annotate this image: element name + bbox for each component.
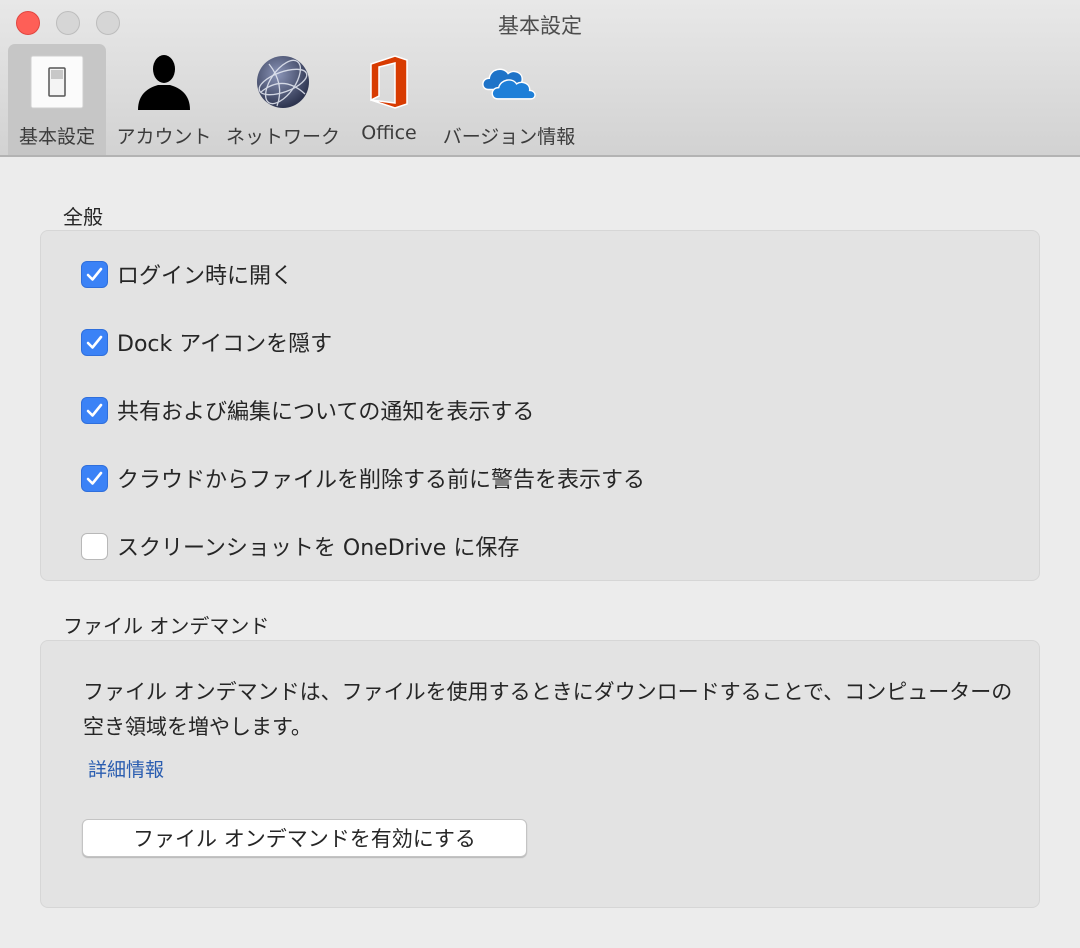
- tab-label: バージョン情報: [442, 126, 576, 148]
- files-on-demand-group: ファイル オンデマンドは、ファイルを使用するときにダウンロードすることで、コンピ…: [40, 640, 1040, 908]
- preferences-toolbar: 基本設定 アカウント ネットワーク Office バージョン情報: [8, 44, 584, 155]
- checkbox-label: スクリーンショットを OneDrive に保存: [117, 536, 520, 561]
- option-save-screenshots[interactable]: スクリーンショットを OneDrive に保存: [81, 530, 519, 562]
- onedrive-cloud-icon: [479, 52, 539, 112]
- general-settings-group: ログイン時に開く Dock アイコンを隠す 共有および編集についての通知を表示す…: [40, 230, 1040, 581]
- light-switch-icon: [27, 52, 87, 112]
- tab-general[interactable]: 基本設定: [8, 44, 106, 155]
- checkbox[interactable]: [81, 396, 108, 424]
- tab-network[interactable]: ネットワーク: [222, 44, 344, 155]
- option-hide-dock-icon[interactable]: Dock アイコンを隠す: [81, 326, 332, 358]
- checkbox[interactable]: [81, 464, 108, 492]
- tab-label: アカウント: [116, 126, 212, 148]
- tab-label: 基本設定: [18, 126, 95, 148]
- files-on-demand-description: ファイル オンデマンドは、ファイルを使用するときにダウンロードすることで、コンピ…: [83, 680, 1013, 739]
- option-sharing-notifications[interactable]: 共有および編集についての通知を表示する: [81, 394, 534, 426]
- tab-about[interactable]: バージョン情報: [434, 44, 584, 155]
- window-title: 基本設定: [498, 14, 582, 38]
- checkbox-label: 共有および編集についての通知を表示する: [117, 400, 535, 425]
- network-globe-icon: [253, 52, 313, 112]
- checkbox[interactable]: [81, 532, 108, 560]
- checkbox[interactable]: [81, 260, 108, 288]
- files-on-demand-section-title: ファイル オンデマンド: [63, 614, 270, 638]
- general-section-title: 全般: [63, 205, 103, 229]
- person-silhouette-icon: [134, 52, 194, 112]
- window-titlebar: 基本設定 基本設定 アカウント ネットワーク Office バージョン情報: [0, 0, 1080, 157]
- option-open-at-login[interactable]: ログイン時に開く: [81, 258, 293, 290]
- checkbox-label: クラウドからファイルを削除する前に警告を表示する: [117, 468, 646, 493]
- tab-account[interactable]: アカウント: [106, 44, 222, 155]
- checkbox-label: Dock アイコンを隠す: [117, 332, 333, 357]
- checkbox[interactable]: [81, 328, 108, 356]
- option-warn-before-delete[interactable]: クラウドからファイルを削除する前に警告を表示する: [81, 462, 645, 494]
- checkbox-label: ログイン時に開く: [117, 264, 294, 289]
- tab-label: Office: [361, 122, 417, 144]
- learn-more-link[interactable]: 詳細情報: [88, 755, 164, 782]
- office-logo-icon: [359, 52, 419, 112]
- tab-label: ネットワーク: [225, 126, 340, 148]
- enable-files-on-demand-button[interactable]: ファイル オンデマンドを有効にする: [82, 819, 527, 857]
- tab-office[interactable]: Office: [344, 44, 434, 155]
